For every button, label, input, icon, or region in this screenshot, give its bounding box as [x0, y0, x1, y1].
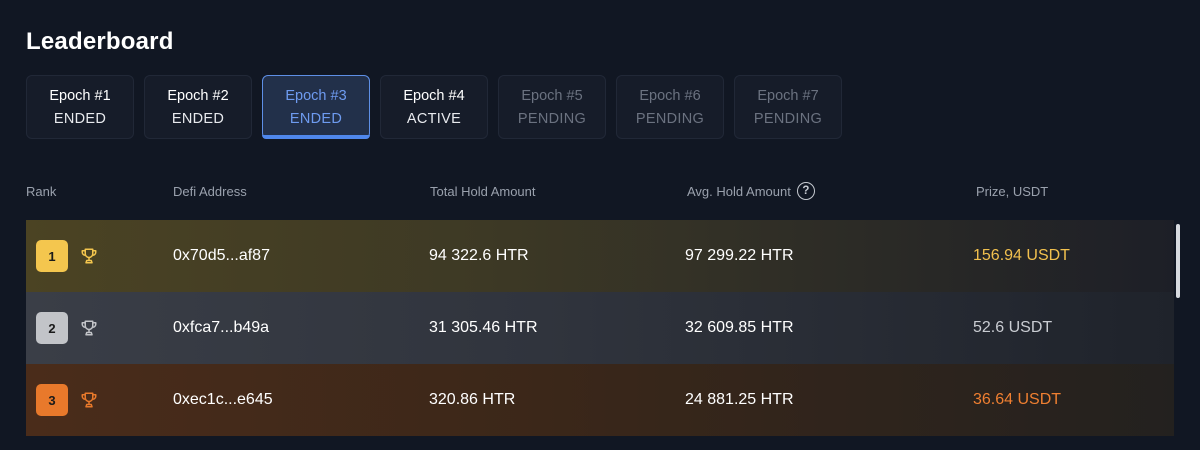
- tab-epoch-2[interactable]: Epoch #2 ENDED: [144, 75, 252, 139]
- tab-epoch-3[interactable]: Epoch #3 ENDED: [262, 75, 370, 139]
- total-cell: 320.86 HTR: [429, 391, 516, 408]
- rank-badge: 1: [36, 240, 68, 272]
- rank-badge: 2: [36, 312, 68, 344]
- header-total: Total Hold Amount: [430, 184, 536, 199]
- prize-cell: 156.94 USDT: [973, 247, 1070, 264]
- header-avg-label: Avg. Hold Amount: [687, 183, 791, 199]
- leaderboard-page: Leaderboard Epoch #1 ENDED Epoch #2 ENDE…: [0, 0, 1200, 450]
- rank-cell: 1: [36, 220, 98, 292]
- table-row: 1 0x70d5...af87 94 322.6 HTR 97 299.22 H…: [26, 220, 1174, 292]
- header-prize: Prize, USDT: [976, 184, 1049, 199]
- tab-epoch-4[interactable]: Epoch #4 ACTIVE: [380, 75, 488, 139]
- address-cell: 0x70d5...af87: [173, 247, 270, 264]
- tab-name: Epoch #3: [285, 87, 347, 104]
- total-cell: 31 305.46 HTR: [429, 319, 538, 336]
- trophy-icon: [81, 320, 97, 336]
- total-cell: 94 322.6 HTR: [429, 247, 529, 264]
- prize-cell: 52.6 USDT: [973, 319, 1053, 336]
- header-avg: Avg. Hold Amount ?: [687, 182, 815, 200]
- rank-badge: 3: [36, 384, 68, 416]
- tab-status: PENDING: [635, 110, 705, 127]
- header-address: Defi Address: [173, 184, 247, 199]
- trophy-icon: [81, 392, 97, 408]
- avg-cell: 97 299.22 HTR: [685, 247, 794, 264]
- avg-cell: 32 609.85 HTR: [685, 319, 794, 336]
- table-header: Rank Defi Address Total Hold Amount Avg.…: [0, 182, 1200, 204]
- tab-name: Epoch #4: [403, 87, 465, 104]
- avg-cell: 24 881.25 HTR: [685, 391, 794, 408]
- trophy-icon: [81, 248, 97, 264]
- tab-epoch-7[interactable]: Epoch #7 PENDING: [734, 75, 842, 139]
- tab-name: Epoch #2: [167, 87, 229, 104]
- question-circle-icon[interactable]: ?: [796, 182, 815, 200]
- tab-status: ENDED: [289, 110, 343, 127]
- prize-cell: 36.64 USDT: [973, 391, 1062, 408]
- header-rank: Rank: [26, 184, 57, 199]
- address-cell: 0xec1c...e645: [173, 391, 273, 408]
- scrollbar-thumb[interactable]: [1176, 224, 1180, 298]
- address-cell: 0xfca7...b49a: [173, 319, 270, 336]
- tab-status: ACTIVE: [406, 110, 462, 127]
- tab-epoch-6[interactable]: Epoch #6 PENDING: [616, 75, 724, 139]
- tab-name: Epoch #7: [757, 87, 819, 104]
- tab-status: ENDED: [171, 110, 225, 127]
- rank-cell: 2: [36, 292, 98, 364]
- leaderboard-table: 1 0x70d5...af87 94 322.6 HTR 97 299.22 H…: [26, 220, 1174, 436]
- tab-name: Epoch #6: [639, 87, 701, 104]
- epoch-tabs: Epoch #1 ENDED Epoch #2 ENDED Epoch #3 E…: [26, 75, 842, 139]
- tab-name: Epoch #5: [521, 87, 583, 104]
- tab-name: Epoch #1: [49, 87, 111, 104]
- tab-status: ENDED: [53, 110, 107, 127]
- tab-epoch-5[interactable]: Epoch #5 PENDING: [498, 75, 606, 139]
- tab-epoch-1[interactable]: Epoch #1 ENDED: [26, 75, 134, 139]
- page-title: Leaderboard: [26, 28, 174, 55]
- rank-cell: 3: [36, 364, 98, 436]
- tab-status: PENDING: [517, 110, 587, 127]
- table-row: 3 0xec1c...e645 320.86 HTR 24 881.25 HTR…: [26, 364, 1174, 436]
- table-row: 2 0xfca7...b49a 31 305.46 HTR 32 609.85 …: [26, 292, 1174, 364]
- tab-status: PENDING: [753, 110, 823, 127]
